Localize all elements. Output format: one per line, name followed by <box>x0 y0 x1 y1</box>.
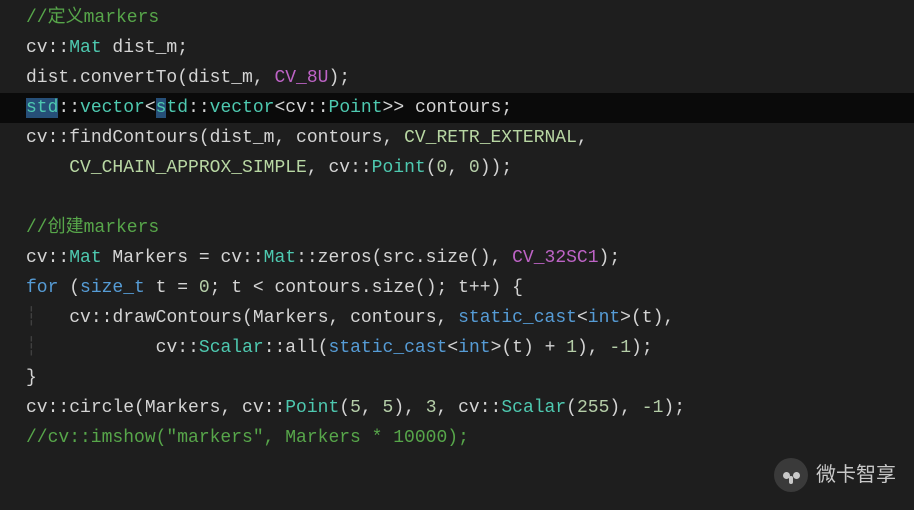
code-line: //cv::imshow("markers", Markers * 10000)… <box>0 423 914 453</box>
code-line: cv::circle(Markers, cv::Point(5, 5), 3, … <box>0 393 914 423</box>
code-line: } <box>0 363 914 393</box>
code-line: cv::Mat dist_m; <box>0 33 914 63</box>
watermark: 微卡智享 <box>774 458 896 492</box>
code-line: cv::findContours(dist_m, contours, CV_RE… <box>0 123 914 153</box>
code-line-active: std::vector<std::vector<cv::Point>> cont… <box>0 93 914 123</box>
code-line: for (size_t t = 0; t < contours.size(); … <box>0 273 914 303</box>
code-editor[interactable]: //定义markers cv::Mat dist_m; dist.convert… <box>0 3 914 453</box>
watermark-text: 微卡智享 <box>816 460 896 490</box>
comment: //创建markers <box>26 218 159 238</box>
code-line: //创建markers <box>0 213 914 243</box>
code-line: dist.convertTo(dist_m, CV_8U); <box>0 63 914 93</box>
code-line: CV_CHAIN_APPROX_SIMPLE, cv::Point(0, 0))… <box>0 153 914 183</box>
wechat-icon <box>774 458 808 492</box>
selection: s <box>156 98 167 118</box>
selection: std <box>26 98 58 118</box>
comment: //定义markers <box>26 8 159 28</box>
code-line: //定义markers <box>0 3 914 33</box>
comment: //cv::imshow("markers", Markers * 10000)… <box>26 428 469 448</box>
code-line: cv::Mat Markers = cv::Mat::zeros(src.siz… <box>0 243 914 273</box>
code-line: ┆ cv::Scalar::all(static_cast<int>(t) + … <box>0 333 914 363</box>
code-line-empty <box>0 183 914 213</box>
code-line: ┆ cv::drawContours(Markers, contours, st… <box>0 303 914 333</box>
